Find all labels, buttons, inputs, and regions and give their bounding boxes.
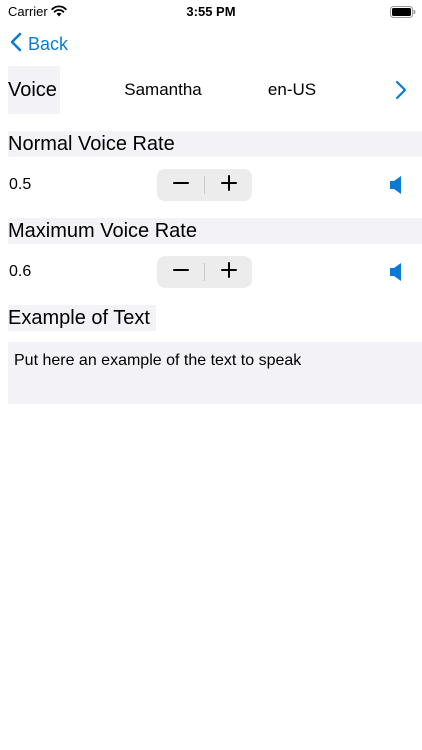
status-bar: Carrier 3:55 PM (0, 0, 422, 24)
minus-icon (172, 175, 189, 196)
back-label: Back (28, 33, 69, 54)
example-header: Example of Text (8, 305, 156, 331)
voice-name: Samantha (124, 80, 202, 99)
chevron-right-icon[interactable] (394, 79, 408, 106)
max-rate-stepper (157, 256, 252, 288)
plus-icon (220, 261, 237, 283)
normal-rate-header: Normal Voice Rate (8, 131, 422, 157)
example-title: Example of Text (8, 306, 150, 329)
chevron-left-icon (10, 32, 22, 57)
max-rate-value: 0.6 (9, 263, 32, 280)
battery-icon (390, 5, 416, 23)
normal-rate-speaker-icon[interactable] (389, 175, 405, 200)
status-time: 3:55 PM (186, 4, 236, 19)
normal-rate-decrement-button[interactable] (157, 169, 204, 201)
voice-language: en-US (267, 80, 317, 99)
normal-rate-title: Normal Voice Rate (8, 132, 175, 155)
plus-icon (220, 174, 237, 196)
back-button[interactable]: Back (10, 30, 68, 58)
max-rate-header: Maximum Voice Rate (8, 218, 422, 244)
normal-rate-stepper (157, 169, 252, 201)
max-rate-increment-button[interactable] (205, 256, 252, 288)
normal-rate-increment-button[interactable] (205, 169, 252, 201)
voice-label: Voice (8, 66, 60, 114)
minus-icon (172, 262, 189, 283)
max-rate-decrement-button[interactable] (157, 256, 204, 288)
example-text-field[interactable]: Put here an example of the text to speak (8, 342, 422, 404)
max-rate-speaker-icon[interactable] (389, 262, 405, 287)
max-rate-title: Maximum Voice Rate (8, 219, 197, 242)
voice-label-text: Voice (8, 78, 57, 101)
example-text-box: Put here an example of the text to speak (8, 342, 422, 404)
normal-rate-value: 0.5 (9, 176, 32, 193)
